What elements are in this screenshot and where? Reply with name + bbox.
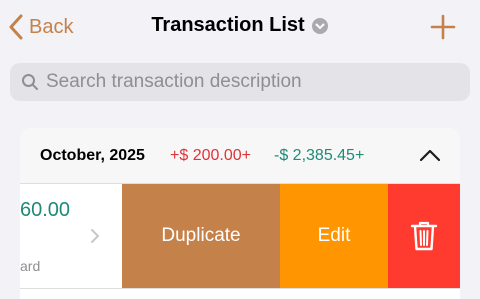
chevron-right-icon <box>91 229 99 243</box>
expense-total: -$ 2,385.45+ <box>274 147 365 164</box>
transaction-account: ard <box>20 258 41 274</box>
divider <box>20 288 460 289</box>
income-total: +$ 200.00+ <box>170 147 251 164</box>
page-title: Transaction List <box>151 14 305 36</box>
search-icon <box>22 74 38 90</box>
chevron-down-circle-icon <box>311 17 328 34</box>
transaction-section-card: October, 2025 +$ 200.00+ -$ 2,385.45+ 60… <box>20 128 460 299</box>
transaction-amount: 60.00 <box>20 199 71 221</box>
duplicate-button[interactable]: Duplicate <box>122 184 280 288</box>
transaction-row[interactable]: 60.00 ard Duplicate Edit <box>20 184 460 288</box>
search-bar[interactable] <box>10 63 470 101</box>
edit-label: Edit <box>317 225 351 246</box>
month-label: October, 2025 <box>40 147 145 164</box>
search-input[interactable] <box>46 71 446 93</box>
edit-button[interactable]: Edit <box>280 184 388 288</box>
chevron-up-icon[interactable] <box>418 146 442 164</box>
delete-button[interactable] <box>388 184 460 288</box>
duplicate-label: Duplicate <box>161 225 241 246</box>
trash-icon <box>410 221 438 251</box>
section-header[interactable]: October, 2025 +$ 200.00+ -$ 2,385.45+ <box>20 128 460 183</box>
navigation-bar: Back Transaction List <box>0 0 480 58</box>
nav-title-group[interactable]: Transaction List <box>0 14 480 37</box>
plus-icon[interactable] <box>430 14 456 40</box>
